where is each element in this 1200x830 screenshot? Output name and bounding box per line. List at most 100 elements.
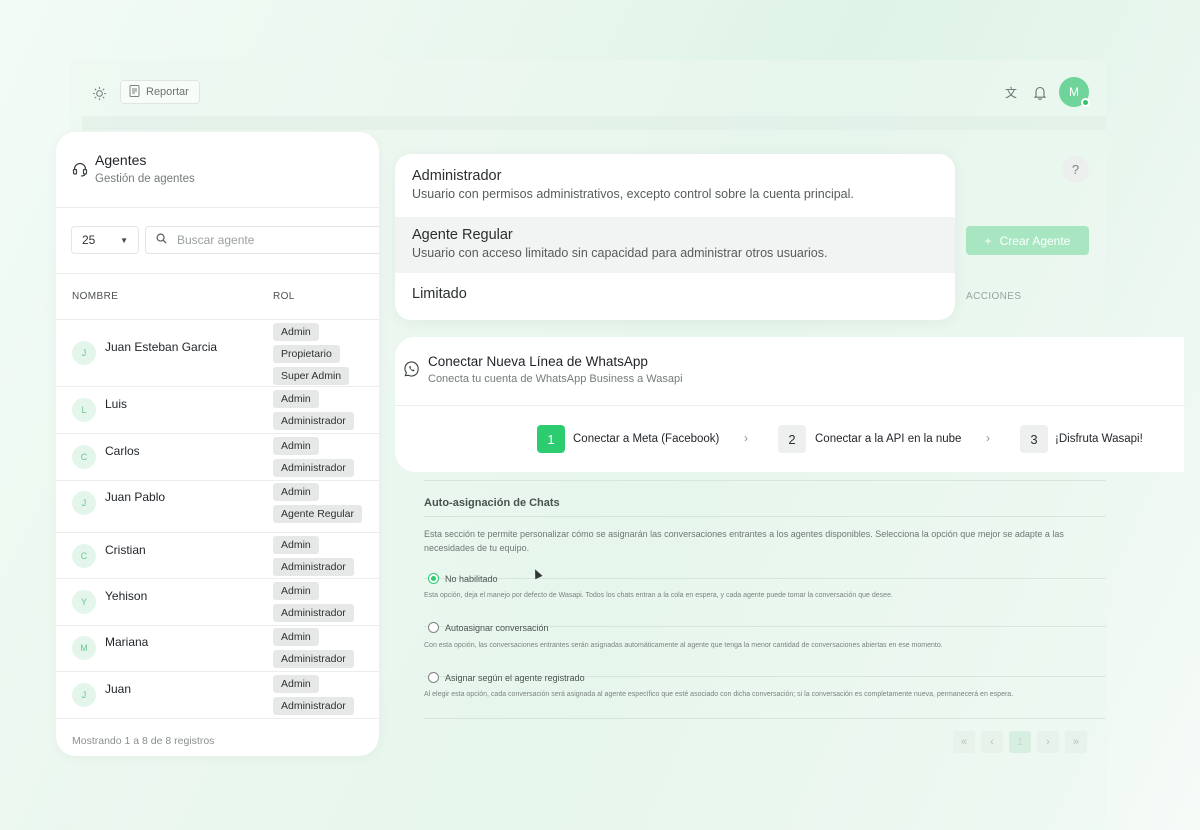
- option-autoasignar[interactable]: Autoasignar conversación: [428, 622, 549, 633]
- pagination: « ‹ 1 › »: [953, 731, 1087, 753]
- create-agent-label: Crear Agente: [999, 233, 1071, 248]
- role-option-description: Usuario con permisos administrativos, ex…: [412, 187, 854, 201]
- table-row[interactable]: L Luis Admin Administrador: [56, 387, 379, 434]
- row-divider: [56, 718, 379, 719]
- chevron-right-icon: ›: [744, 431, 748, 445]
- table-row[interactable]: J Juan Admin Administrador: [56, 672, 379, 719]
- agent-name: Yehison: [105, 589, 148, 603]
- agent-avatar: J: [72, 491, 96, 515]
- table-row[interactable]: M Mariana Admin Administrador: [56, 625, 379, 672]
- role-badge: Administrador: [273, 459, 354, 477]
- help-icon[interactable]: ?: [1062, 156, 1089, 183]
- agent-name: Cristian: [105, 543, 146, 557]
- next-page-button[interactable]: ›: [1037, 731, 1059, 753]
- chevron-down-icon: ▼: [120, 236, 128, 245]
- step-3-label[interactable]: ¡Disfruta Wasapi!: [1055, 433, 1143, 445]
- agent-name: Juan Pablo: [105, 490, 166, 504]
- table-row[interactable]: Y Yehison Admin Administrador: [56, 579, 379, 626]
- role-badge: Super Admin: [273, 367, 350, 385]
- agent-name: Juan Esteban Garcia: [105, 340, 218, 354]
- report-document-icon: [129, 84, 140, 100]
- user-avatar[interactable]: M: [1059, 77, 1090, 107]
- agent-name: Mariana: [105, 635, 149, 649]
- table-row[interactable]: J Juan Esteban Garcia Admin Propietario Supe…: [56, 320, 379, 387]
- last-page-button[interactable]: »: [1065, 731, 1087, 753]
- whatsapp-card-subtitle: Conecta tu cuenta de WhatsApp Business a…: [428, 373, 683, 385]
- option-label: No habilitado: [445, 573, 498, 584]
- table-row[interactable]: J Juan Pablo Admin Agente Regular: [56, 480, 379, 533]
- role-badge: Propietario: [273, 345, 340, 363]
- role-option-limitado[interactable]: Limitado: [395, 274, 955, 320]
- agents-panel: Agentes Gestión de agentes 25 ▼ Buscar a…: [56, 132, 379, 756]
- auto-assign-title: Auto-asignación de Chats: [424, 497, 560, 509]
- online-status-dot: [1081, 98, 1090, 107]
- page-size-value: 25: [82, 233, 96, 247]
- option-label: Asignar según el agente registrado: [445, 672, 585, 683]
- column-header-role: ROL: [273, 291, 295, 302]
- option-asignar-segun-agente[interactable]: Asignar según el agente registrado: [428, 672, 585, 683]
- agent-avatar: J: [72, 683, 96, 707]
- first-page-button[interactable]: «: [953, 731, 975, 753]
- radio-unselected[interactable]: [428, 672, 439, 683]
- column-header-actions: ACCIONES: [966, 291, 1022, 302]
- whatsapp-icon: [403, 361, 420, 383]
- agent-name: Luis: [105, 397, 128, 411]
- agents-footer-count: Mostrando 1 a 8 de 8 registros: [72, 735, 215, 747]
- page-size-select[interactable]: 25 ▼: [71, 226, 139, 254]
- option-label: Autoasignar conversación: [445, 622, 549, 633]
- step-1-label[interactable]: Conectar a Meta (Facebook): [573, 433, 719, 445]
- role-option-administrador[interactable]: Administrador Usuario con permisos admin…: [395, 154, 955, 216]
- radio-selected[interactable]: [428, 573, 439, 584]
- agent-avatar: C: [72, 544, 96, 568]
- search-icon: [156, 233, 167, 247]
- role-badges: Admin Administrador: [273, 675, 354, 715]
- notifications-bell-icon[interactable]: [1031, 83, 1049, 101]
- theme-toggle-sun-icon[interactable]: [90, 84, 108, 102]
- role-badge: Administrador: [273, 650, 354, 668]
- divider: [56, 273, 379, 274]
- role-badge: Admin: [273, 536, 319, 554]
- role-option-title: Limitado: [412, 286, 467, 302]
- current-page-button[interactable]: 1: [1009, 731, 1031, 753]
- divider: [424, 718, 1106, 719]
- report-button[interactable]: Reportar: [120, 80, 200, 104]
- agent-name: Carlos: [105, 444, 140, 458]
- agent-avatar: M: [72, 636, 96, 660]
- agents-title: Agentes: [95, 152, 147, 168]
- divider: [424, 578, 1106, 579]
- role-badge: Administrador: [273, 412, 354, 430]
- step-3-number: 3: [1020, 425, 1048, 453]
- role-badge: Admin: [273, 323, 319, 341]
- chevron-right-icon: ›: [986, 431, 990, 445]
- agent-avatar: C: [72, 445, 96, 469]
- table-row[interactable]: C Cristian Admin Administrador: [56, 533, 379, 579]
- radio-unselected[interactable]: [428, 622, 439, 633]
- divider: [424, 480, 1106, 481]
- role-badge: Agente Regular: [273, 505, 362, 523]
- role-badge: Admin: [273, 437, 319, 455]
- role-dropdown-menu: Administrador Usuario con permisos admin…: [395, 154, 955, 320]
- agent-search-input[interactable]: Buscar agente: [145, 226, 379, 254]
- translate-icon[interactable]: 文: [1002, 83, 1020, 101]
- step-2-label[interactable]: Conectar a la API en la nube: [815, 433, 961, 445]
- divider: [395, 405, 1184, 406]
- prev-page-button[interactable]: ‹: [981, 731, 1003, 753]
- option-no-habilitado[interactable]: No habilitado: [428, 573, 498, 584]
- role-badges: Admin Propietario Super Admin: [273, 323, 350, 385]
- create-agent-button[interactable]: + Crear Agente: [966, 226, 1089, 255]
- table-row[interactable]: C Carlos Admin Administrador: [56, 434, 379, 481]
- role-badge: Admin: [273, 582, 319, 600]
- role-option-agente-regular[interactable]: Agente Regular Usuario con acceso limita…: [395, 217, 955, 273]
- role-badges: Admin Administrador: [273, 437, 354, 477]
- option-note: Esta opción, deja el manejo por defecto …: [424, 592, 893, 599]
- top-bar: Reportar 文 M: [82, 76, 1094, 110]
- topbar-divider: [82, 116, 1106, 130]
- role-badge: Admin: [273, 675, 319, 693]
- role-badges: Admin Administrador: [273, 536, 354, 576]
- role-badge: Admin: [273, 390, 319, 408]
- agent-avatar: L: [72, 398, 96, 422]
- step-1-number: 1: [537, 425, 565, 453]
- column-header-name: NOMBRE: [72, 291, 119, 302]
- option-note: Al elegir esta opción, cada conversación…: [424, 691, 1014, 698]
- divider: [424, 516, 1106, 517]
